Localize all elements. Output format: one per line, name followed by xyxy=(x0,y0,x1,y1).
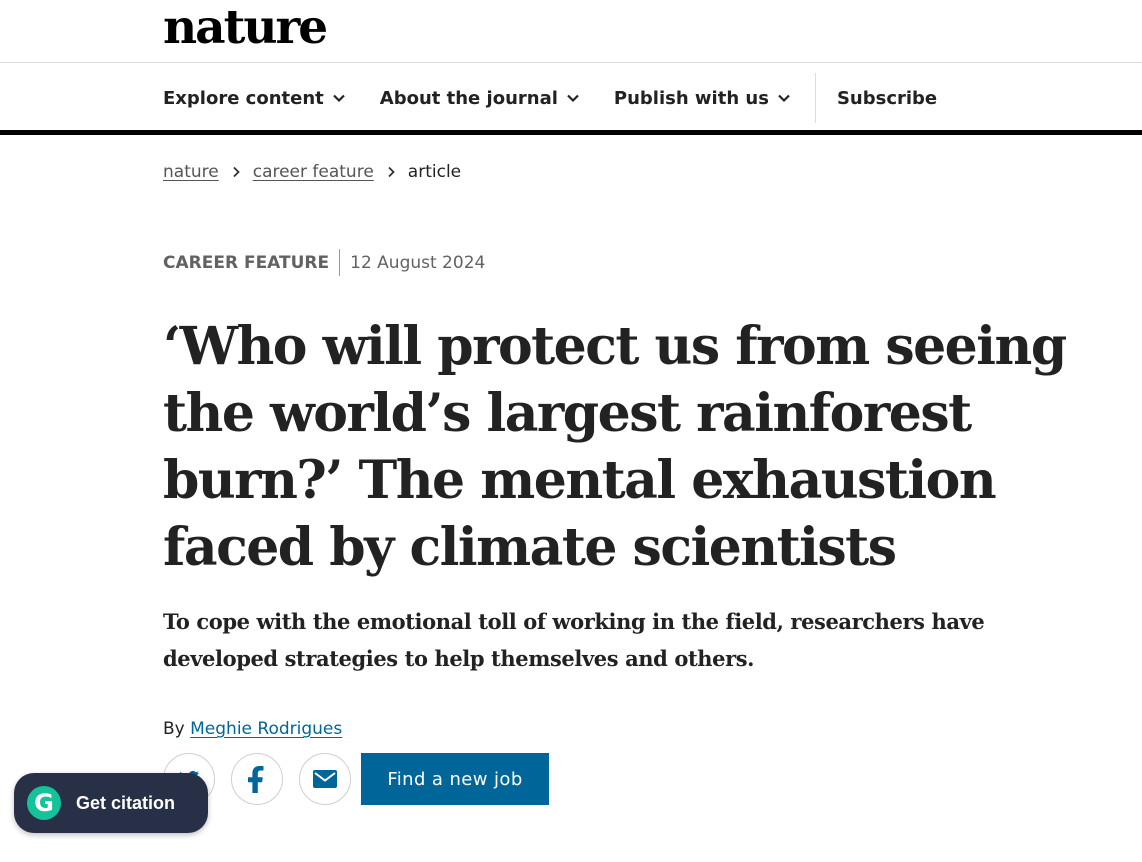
article-standfirst: To cope with the emotional toll of worki… xyxy=(163,609,985,671)
nav-explore-content[interactable]: Explore content xyxy=(163,88,346,109)
nav-label: Explore content xyxy=(163,87,324,109)
article-type: CAREER FEATURE xyxy=(163,252,330,273)
header-bottom-rule xyxy=(0,130,1142,135)
breadcrumb-current: article xyxy=(407,162,462,182)
find-new-job-button[interactable]: Find a new job xyxy=(361,753,549,805)
nature-logo[interactable]: nature xyxy=(163,0,328,56)
article-meta: CAREER FEATURE 12 August 2024 xyxy=(163,249,485,276)
byline-prefix: By xyxy=(163,719,185,739)
nav-label: Publish with us xyxy=(613,87,769,109)
chevron-right-icon xyxy=(233,166,240,178)
get-citation-label: Get citation xyxy=(76,792,176,813)
nav-publish-with-us[interactable]: Publish with us xyxy=(614,88,791,109)
author-link[interactable]: Meghie Rodrigues xyxy=(190,719,342,739)
nav-label: About the journal xyxy=(379,87,558,109)
nav-divider xyxy=(814,73,816,123)
email-icon xyxy=(313,770,337,788)
header-divider xyxy=(0,62,1142,63)
main-nav: Explore content About the journal Publis… xyxy=(163,73,937,123)
share-email-button[interactable] xyxy=(299,753,351,805)
chevron-right-icon xyxy=(388,166,395,178)
article-date: 12 August 2024 xyxy=(350,252,486,273)
subscribe-link[interactable]: Subscribe xyxy=(837,88,937,109)
nav-about-journal[interactable]: About the journal xyxy=(380,88,580,109)
breadcrumb-link-nature[interactable]: nature xyxy=(163,162,219,182)
meta-divider xyxy=(339,249,341,276)
byline: By Meghie Rodrigues xyxy=(163,719,342,739)
chevron-down-icon xyxy=(567,94,579,103)
grammarly-g-icon: G xyxy=(27,786,61,820)
chevron-down-icon xyxy=(332,94,345,103)
article-title: ‘Who will protect us from seeing the wor… xyxy=(163,316,1067,578)
share-facebook-button[interactable] xyxy=(231,753,283,805)
get-citation-widget[interactable]: G Get citation xyxy=(14,773,208,833)
facebook-icon xyxy=(248,766,264,793)
breadcrumb-link-career-feature[interactable]: career feature xyxy=(253,162,374,182)
breadcrumb: nature career feature article xyxy=(163,162,461,182)
chevron-down-icon xyxy=(778,94,790,103)
